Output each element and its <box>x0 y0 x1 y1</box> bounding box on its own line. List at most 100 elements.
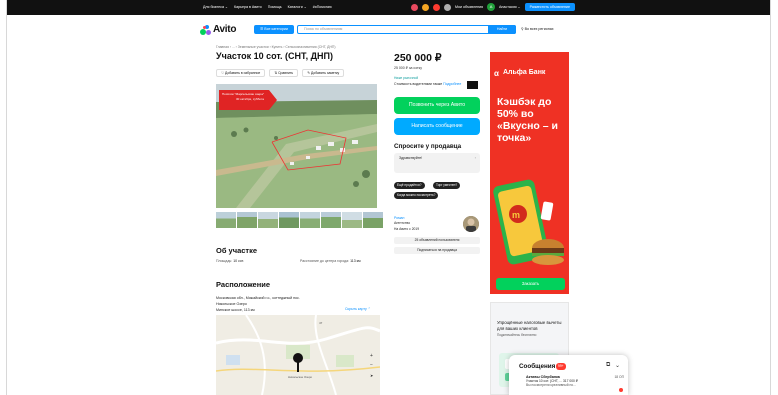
area-label: Площадь: <box>216 259 233 263</box>
seller-type: Агентство <box>394 221 411 225</box>
messages-icon[interactable] <box>433 3 440 11</box>
region-label: Во всех регионах <box>524 27 554 31</box>
subscribe-seller-button[interactable]: Подписаться на продавца <box>394 247 480 254</box>
add-note-button[interactable]: ✎ Добавить заметку <box>302 69 345 77</box>
top-link-business[interactable]: Для бизнеса ⌄ <box>203 5 228 9</box>
ask-seller-heading: Спросите у продавца <box>394 143 462 150</box>
window-edge-left <box>0 0 7 395</box>
distance-value: 113 км <box>350 259 361 263</box>
photo-badge-text: Посёлок "Марсельские озера" 30 октября, … <box>222 92 264 101</box>
main-photo[interactable]: Посёлок "Марсельские озера" 30 октября, … <box>216 84 377 208</box>
photo-badge-line2: 30 октября, суббота <box>236 96 264 101</box>
map-pin-stem <box>297 362 299 372</box>
top-bar: Для бизнеса ⌄ Карьера в Авито Помощь Кат… <box>7 0 770 15</box>
location-address: Московская обл., Можайский г.о., коттедж… <box>216 295 300 313</box>
avito-logo[interactable]: Avito <box>200 24 236 35</box>
about-heading: Об участке <box>216 246 258 255</box>
call-button[interactable]: Позвонить через Авито <box>394 97 480 114</box>
map-zoom-in-button[interactable]: + <box>370 353 373 359</box>
distance-field: Расстояние до центра города: 113 км <box>300 259 361 263</box>
photo-badge-line1: Посёлок "Марсельские озера" <box>222 92 264 96</box>
thumbnail[interactable] <box>363 212 383 228</box>
advert-bank-name: Альфа Банк <box>503 69 546 76</box>
thumbnail[interactable] <box>321 212 341 228</box>
top-links: Для бизнеса ⌄ Карьера в Авито Помощь Кат… <box>203 5 332 9</box>
area-value: 10 сот. <box>233 259 244 263</box>
user-avatar[interactable]: А <box>487 3 496 11</box>
favorites-heart-icon[interactable] <box>411 3 418 11</box>
chip-when-view[interactable]: Когда можно посмотреть? <box>394 192 439 199</box>
open-external-icon[interactable]: ⧉ <box>606 362 610 369</box>
seller-listings-button[interactable]: 25 объявлений пользователя <box>394 237 480 244</box>
price-per-sotka: 25 000 ₽ за сотку <box>394 66 422 70</box>
other-offers-link[interactable]: Подробнее <box>443 82 461 86</box>
other-offers-text: Стоимость водителями также <box>394 82 443 86</box>
region-selector[interactable]: ⚲ Во всех регионах <box>521 27 554 31</box>
collapse-chevron-icon[interactable]: ⌄ <box>615 362 620 369</box>
seller-logo[interactable] <box>467 81 478 89</box>
add-to-favorites-button[interactable]: ♡ Добавить в избранное <box>216 69 266 77</box>
messages-title: Сообщения <box>519 363 556 370</box>
advert-order-button[interactable]: Заказать <box>496 278 565 290</box>
distance-label: Расстояние до центра города: <box>300 259 350 263</box>
cart-icon[interactable] <box>444 3 451 11</box>
advert-illustration: α m <box>490 52 569 294</box>
seller-since: На Авито с 2019 <box>394 227 420 231</box>
map-zoom-out-button[interactable]: − <box>370 362 373 368</box>
search-input[interactable]: Поиск по объявлениям <box>297 25 516 34</box>
photo-thumbnails <box>216 212 383 228</box>
thumbnail[interactable] <box>216 212 236 228</box>
messages-popup[interactable]: Сообщения 99+ ⧉ ⌄ Активы Сбербанка 18 ОП… <box>509 355 628 395</box>
location-heading: Расположение <box>216 280 271 289</box>
price: 250 000 ₽ <box>394 52 442 64</box>
my-listings-link[interactable]: Мои объявления <box>455 5 483 9</box>
svg-text:m: m <box>512 210 520 220</box>
location-map[interactable]: Никольское Озеро 47 + − ➤ <box>216 315 380 395</box>
write-message-button[interactable]: Написать сообщение <box>394 118 480 135</box>
send-arrow-icon[interactable]: › <box>475 155 476 160</box>
window-edge-right <box>770 0 778 395</box>
other-offers-note: Стоимость водителями также Подробнее <box>394 82 461 86</box>
advert-alfa-bank[interactable]: α m Альфа Банк Кэшбэк до 50% во «Вкусно … <box>490 52 569 294</box>
thumbnail[interactable] <box>342 212 362 228</box>
top-link-catalogs[interactable]: Каталоги ⌄ <box>288 5 307 9</box>
compare-button[interactable]: ⇅ Сравнить <box>269 69 299 77</box>
area-field: Площадь: 10 сот. <box>216 259 244 263</box>
map-label-road: 47 <box>319 321 323 325</box>
all-categories-button[interactable]: ☰ Все категории <box>254 25 294 34</box>
post-listing-button[interactable]: Разместить объявление <box>524 3 575 11</box>
ask-seller-input[interactable]: Здравствуйте! › <box>394 153 480 173</box>
advert-tax-subtitle: Подключайтесь бесплатно <box>497 333 537 337</box>
seller-avatar[interactable] <box>463 216 479 232</box>
top-link-help[interactable]: Помощь <box>268 5 282 9</box>
search-button[interactable]: Найти <box>488 25 516 34</box>
thumbnail[interactable] <box>300 212 320 228</box>
messages-count-badge: 99+ <box>556 363 566 370</box>
seller-name[interactable]: Роман <box>394 216 404 220</box>
breadcrumb[interactable]: Главная › ... › Земельные участки › Купи… <box>216 45 336 49</box>
map-label-village: Никольское Озеро <box>288 375 313 379</box>
hide-map-link[interactable]: Скрыть карту ⌃ <box>345 307 371 311</box>
avito-logo-icon <box>200 24 211 35</box>
thumbnail[interactable] <box>279 212 299 228</box>
thumbnail[interactable] <box>237 212 257 228</box>
notifications-bell-icon[interactable] <box>422 3 429 11</box>
chip-bargain[interactable]: Торг уместен? <box>433 182 461 189</box>
user-name-menu[interactable]: Анастасия ⌄ <box>499 5 521 9</box>
top-link-career[interactable]: Карьера в Авито <box>234 5 262 9</box>
price-rating-badge[interactable]: Ниже рыночной <box>394 76 418 80</box>
seller-avatar-image <box>463 216 479 232</box>
address-line3: Минское шоссе, 113 км <box>216 308 255 312</box>
listing-actions: ♡ Добавить в избранное ⇅ Сравнить ✎ Доба… <box>216 69 345 77</box>
thumbnail[interactable] <box>258 212 278 228</box>
page-title: Участок 10 сот. (СНТ, ДНП) <box>216 51 334 61</box>
message-preview: Вы посмотрели креативный но... <box>526 383 576 387</box>
message-item[interactable]: Активы Сбербанка 18 ОП Участок 10 сот. (… <box>526 375 624 392</box>
map-locate-button[interactable]: ➤ <box>370 373 373 378</box>
advert-promo-text: Кэшбэк до 50% во «Вкусно – и точка» <box>497 96 558 144</box>
top-link-help-hashtag[interactable]: #яПомогаю <box>313 5 332 9</box>
top-user-area: Мои объявления А Анастасия ⌄ Разместить … <box>411 3 575 11</box>
page: Для бизнеса ⌄ Карьера в Авито Помощь Кат… <box>0 0 778 395</box>
chip-still-selling[interactable]: Ещё продаётся? <box>394 182 425 189</box>
unread-indicator <box>619 388 623 392</box>
